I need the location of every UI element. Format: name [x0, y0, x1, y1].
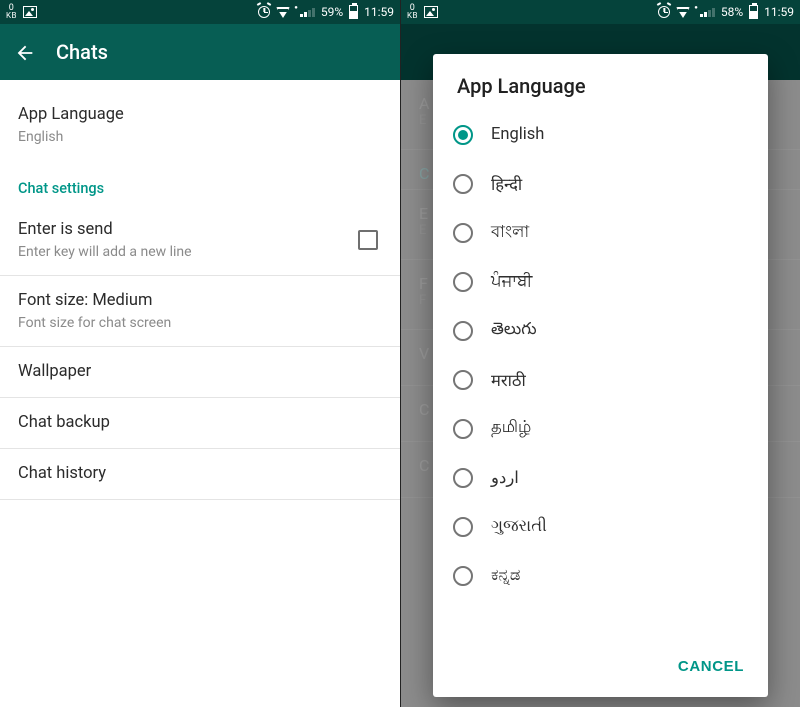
- settings-list: App Language English Chat settings Enter…: [0, 80, 400, 500]
- language-option-label: বাংলা: [491, 219, 529, 246]
- enter-is-send-checkbox[interactable]: [358, 230, 378, 250]
- battery-icon: [349, 5, 358, 19]
- language-option[interactable]: বাংলা: [453, 208, 758, 257]
- setting-wallpaper[interactable]: Wallpaper: [0, 347, 400, 398]
- setting-enter-is-send[interactable]: Enter is send Enter key will add a new l…: [0, 205, 400, 276]
- setting-subtitle: Font size for chat screen: [18, 314, 382, 332]
- language-option-label: ਪੰਜਾਬੀ: [491, 272, 532, 291]
- alarm-icon: [258, 6, 270, 18]
- radio-icon: [453, 468, 473, 488]
- signal-icon: ●: [696, 8, 715, 17]
- setting-subtitle: Enter key will add a new line: [18, 243, 382, 261]
- radio-icon: [453, 223, 473, 243]
- section-label-chat-settings: Chat settings: [0, 160, 400, 205]
- status-bar: 0 KB ● 58% 11:59: [401, 0, 800, 24]
- radio-icon: [453, 174, 473, 194]
- language-option[interactable]: हिन्दी: [453, 159, 758, 208]
- status-clock: 11:59: [764, 5, 794, 19]
- radio-icon: [453, 272, 473, 292]
- battery-percent: 58%: [721, 5, 743, 19]
- setting-subtitle: English: [18, 128, 382, 146]
- image-icon: [424, 6, 438, 18]
- app-bar: Chats: [0, 24, 400, 80]
- language-option[interactable]: اردو: [453, 453, 758, 502]
- language-option[interactable]: ગુજરાતી: [453, 502, 758, 551]
- data-usage-indicator: 0 KB: [407, 4, 418, 20]
- radio-icon: [453, 419, 473, 439]
- dialog-title: App Language: [433, 54, 768, 110]
- arrow-left-icon: [14, 42, 36, 64]
- phone-right: 0 KB ● 58% 11:59 AE C EE FF V C C: [400, 0, 800, 707]
- radio-icon: [453, 370, 473, 390]
- setting-title: Chat backup: [18, 412, 382, 434]
- language-option[interactable]: ਪੰਜਾਬੀ: [453, 257, 758, 306]
- setting-app-language[interactable]: App Language English: [0, 80, 400, 160]
- radio-icon: [453, 566, 473, 586]
- setting-title: Wallpaper: [18, 361, 382, 383]
- phone-left: 0 KB ● 59% 11:59 Chats: [0, 0, 400, 707]
- radio-icon: [453, 321, 473, 341]
- language-option[interactable]: मराठी: [453, 355, 758, 404]
- cancel-button[interactable]: CANCEL: [668, 650, 754, 683]
- image-icon: [23, 6, 37, 18]
- language-option[interactable]: తెలుగు: [453, 306, 758, 355]
- signal-icon: ●: [296, 8, 315, 17]
- wifi-icon: [276, 7, 290, 18]
- dialog-actions: CANCEL: [433, 640, 768, 697]
- language-option-label: ગુજરાતી: [491, 517, 547, 536]
- status-bar: 0 KB ● 59% 11:59: [0, 0, 400, 24]
- language-option-label: தமிழ்: [491, 418, 531, 439]
- alarm-icon: [658, 6, 670, 18]
- language-option[interactable]: தமிழ்: [453, 404, 758, 453]
- language-option-label: English: [491, 125, 544, 144]
- language-option-list: English हिन्दी বাংলা ਪੰਜਾਬੀ తెలుగు मराठी தமிழ்…: [433, 110, 768, 640]
- setting-title: Font size: Medium: [18, 290, 382, 312]
- language-option-label: मराठी: [491, 368, 526, 391]
- language-option-label: हिन्दी: [491, 172, 522, 195]
- setting-title: Enter is send: [18, 219, 382, 241]
- language-option[interactable]: ಕನ್ನಡ: [453, 551, 758, 600]
- appbar-title: Chats: [56, 40, 108, 64]
- app-language-dialog: App Language English हिन्दी বাংলা ਪੰਜਾਬੀ తెల…: [433, 54, 768, 697]
- setting-chat-backup[interactable]: Chat backup: [0, 398, 400, 449]
- language-option-label: اردو: [491, 468, 519, 488]
- radio-icon: [453, 125, 473, 145]
- battery-percent: 59%: [321, 5, 343, 19]
- setting-font-size[interactable]: Font size: Medium Font size for chat scr…: [0, 276, 400, 347]
- setting-title: App Language: [18, 104, 382, 126]
- battery-icon: [749, 5, 758, 19]
- back-button[interactable]: [14, 42, 34, 62]
- status-clock: 11:59: [364, 5, 394, 19]
- wifi-icon: [676, 7, 690, 18]
- language-option[interactable]: English: [453, 110, 758, 159]
- setting-title: Chat history: [18, 463, 382, 485]
- data-usage-indicator: 0 KB: [6, 4, 17, 20]
- setting-chat-history[interactable]: Chat history: [0, 449, 400, 500]
- radio-icon: [453, 517, 473, 537]
- language-option-label: ಕನ್ನಡ: [491, 566, 520, 585]
- language-option-label: తెలుగు: [491, 320, 537, 342]
